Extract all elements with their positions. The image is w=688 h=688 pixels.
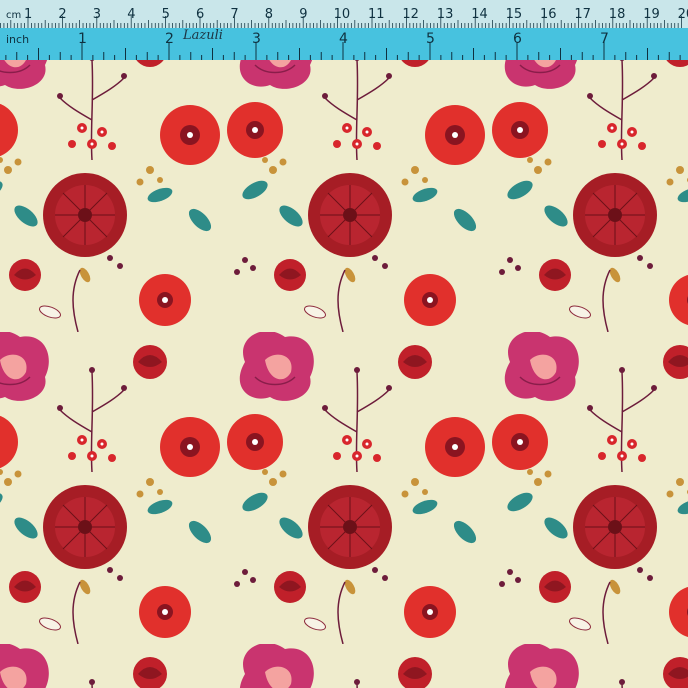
inch-label: 2 [165,31,174,47]
inch-label: 7 [600,31,609,47]
inch-label: 4 [339,31,348,47]
cm-label: 19 [643,7,660,22]
cm-label: 18 [608,7,626,22]
cm-label: 9 [299,7,308,22]
cm-label: 1 [24,7,33,22]
centimeter-scale: cm 1234567891011121314151617181920 [0,0,688,29]
cm-label: 14 [471,7,488,22]
cm-label: 12 [402,7,419,22]
cm-label: 4 [127,7,136,22]
cm-label: 10 [333,7,351,22]
cm-label: 16 [540,7,557,22]
fabric-photo: cm 1234567891011121314151617181920 inch … [0,0,688,688]
cm-label: 6 [196,7,205,22]
cm-label: 5 [161,7,170,22]
inch-scale: inch 12345678 [0,28,688,60]
cm-label: 11 [368,7,385,22]
cm-label: 15 [505,7,523,22]
inch-label: 6 [513,31,522,47]
cm-label: 17 [574,7,591,22]
cm-label: 20 [677,7,688,22]
cm-label: 8 [264,7,274,22]
inch-label: 5 [426,31,435,47]
cm-label: 13 [436,7,454,22]
cm-label: 3 [92,7,102,22]
ruler-brand-handwriting: Lazuli [183,28,223,43]
measuring-ruler: cm 1234567891011121314151617181920 inch … [0,0,688,60]
inch-label: 1 [78,31,87,47]
inch-label: 3 [252,31,261,47]
floral-fabric-pattern [0,60,688,688]
cm-label: 7 [230,7,239,22]
cm-label: 2 [58,7,67,22]
